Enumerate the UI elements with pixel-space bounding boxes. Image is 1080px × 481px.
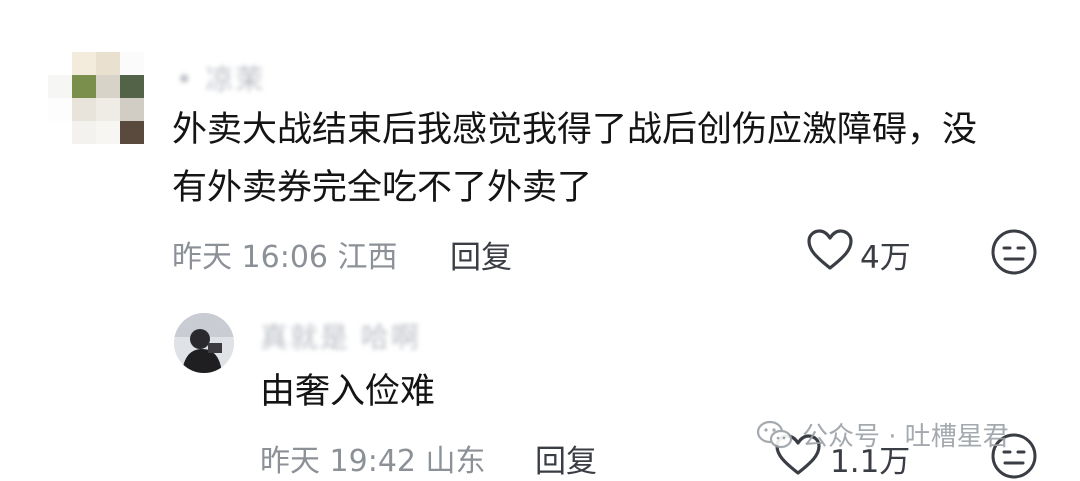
comment-1-reply-button[interactable]: 回复 xyxy=(450,232,512,277)
comment-2-reply-button[interactable]: 回复 xyxy=(535,436,597,481)
comment-1-like-count: 4万 xyxy=(860,240,911,276)
wechat-icon xyxy=(756,419,794,451)
neutral-face-icon[interactable] xyxy=(990,228,1038,276)
avatar-commenter-2[interactable] xyxy=(174,313,234,373)
comment-1-text-line-1: 外卖大战结束后我感觉我得了战后创伤应激障碍，没 xyxy=(172,110,978,150)
comment-1-meta: 昨天 16:06 江西 xyxy=(172,240,398,275)
watermark-text: 公众号 · 吐槽星君 xyxy=(802,422,1009,452)
heart-outline-icon[interactable] xyxy=(806,228,854,272)
comment-2-text: 由奢入俭难 xyxy=(260,372,436,412)
comment-1-text-line-2: 有外卖券完全吃不了外卖了 xyxy=(172,168,593,208)
comment-2-username[interactable]: 真就是 哈啊 xyxy=(260,316,421,356)
watermark: 公众号 · 吐槽星君 xyxy=(756,416,1009,453)
comment-2-meta: 昨天 19:42 山东 xyxy=(260,444,486,479)
comment-1-username[interactable]: • 凉茉 xyxy=(176,58,265,98)
avatar-commenter-1[interactable] xyxy=(48,52,144,144)
